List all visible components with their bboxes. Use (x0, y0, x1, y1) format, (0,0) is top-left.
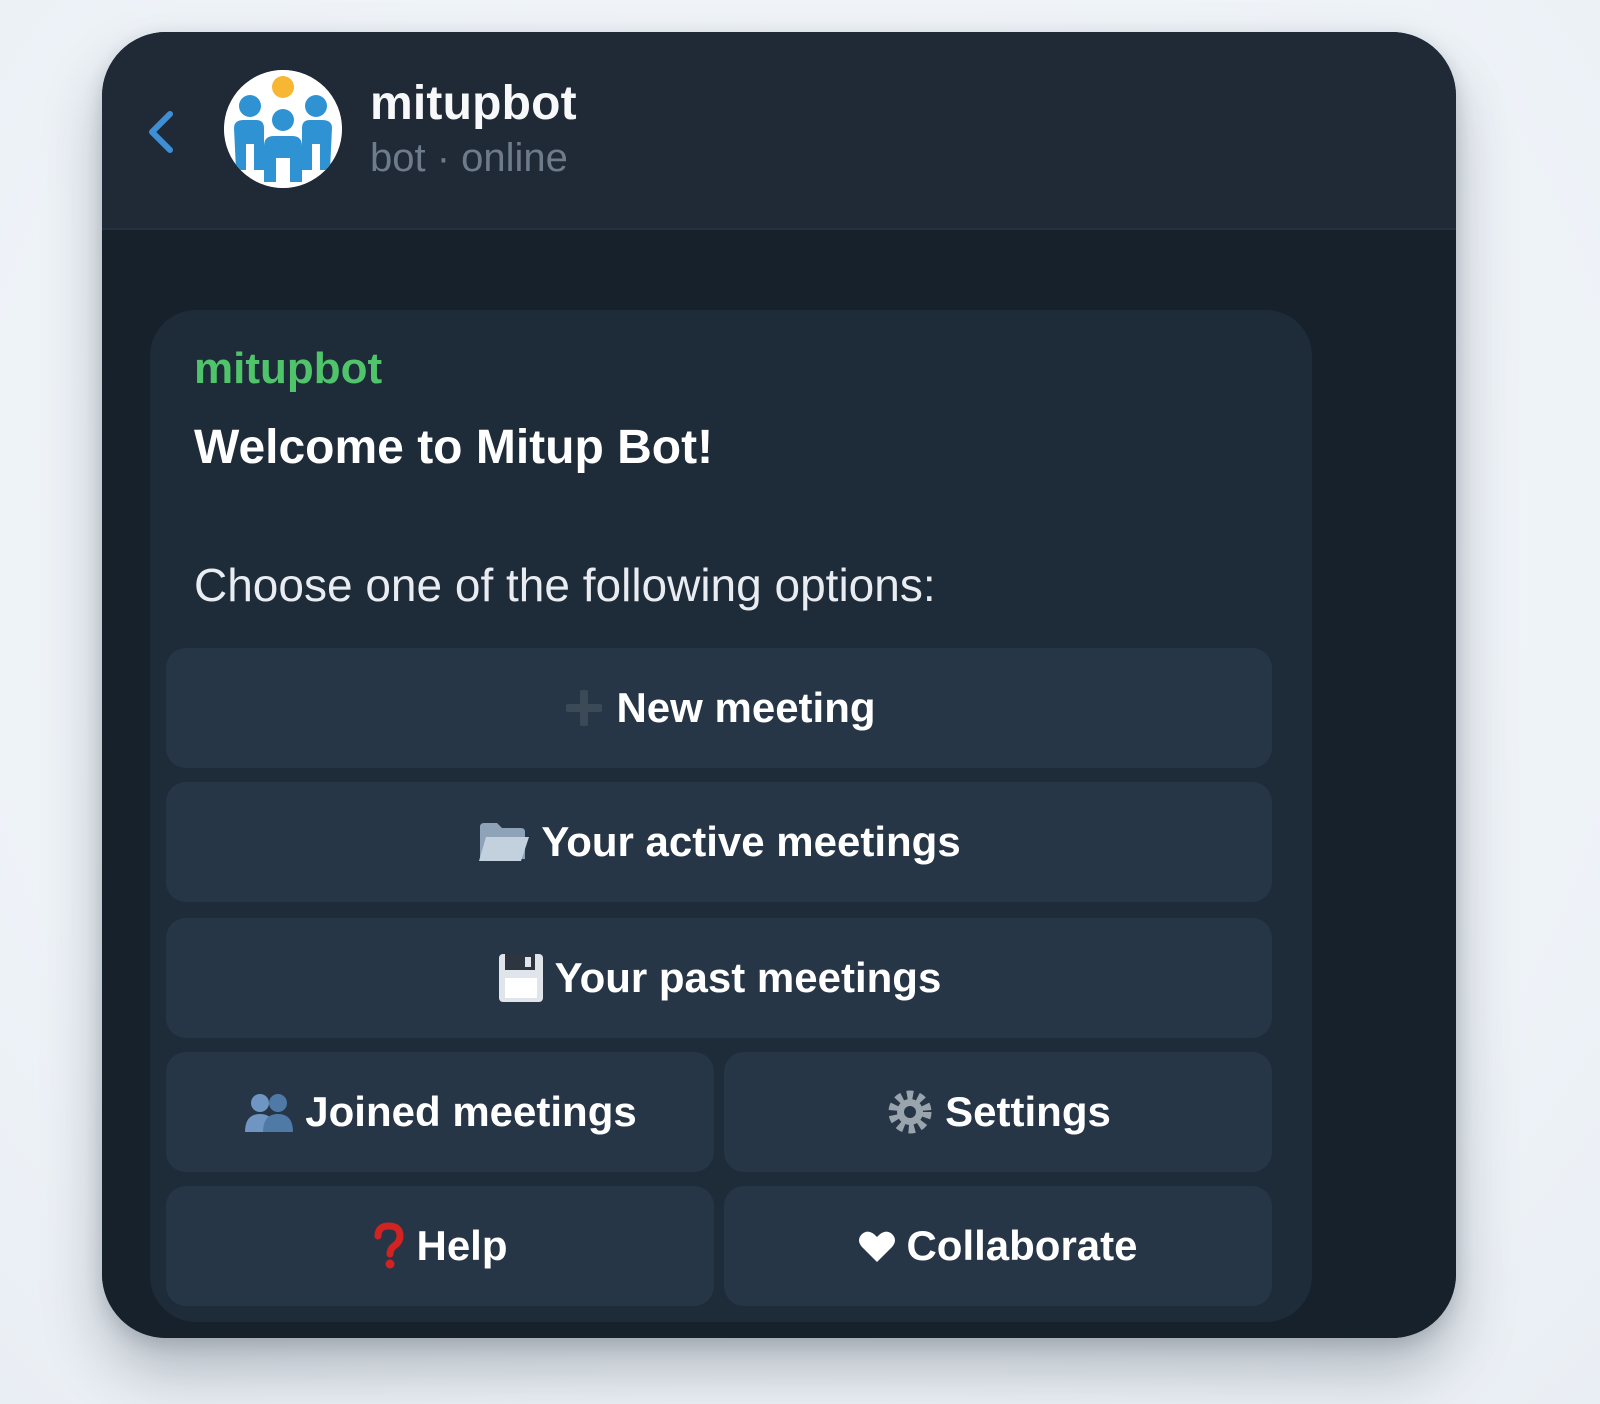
joined-meetings-label: Joined meetings (305, 1088, 637, 1135)
chat-window: mitupbot bot · online mitupbot Welcome t… (102, 32, 1456, 1338)
question-mark-icon (372, 1222, 406, 1270)
collaborate-label: Collaborate (906, 1222, 1138, 1269)
people-icon (243, 1090, 295, 1134)
bot-name: mitupbot (370, 77, 577, 130)
collaborate-button[interactable]: Collaborate (724, 1186, 1272, 1306)
active-meetings-label: Your active meetings (541, 818, 961, 865)
chevron-left-icon[interactable] (140, 102, 184, 162)
message-bubble: mitupbot Welcome to Mitup Bot! Choose on… (150, 310, 1312, 1322)
welcome-text: Welcome to Mitup Bot! (194, 421, 714, 474)
past-meetings-label: Your past meetings (554, 954, 942, 1001)
active-meetings-button[interactable]: Your active meetings (166, 782, 1272, 902)
help-label: Help (416, 1222, 508, 1269)
people-logo-icon (224, 70, 342, 188)
chat-area: mitupbot Welcome to Mitup Bot! Choose on… (102, 230, 1456, 1338)
past-meetings-button[interactable]: Your past meetings (166, 918, 1272, 1038)
chat-header: mitupbot bot · online (102, 32, 1456, 230)
new-meeting-button[interactable]: New meeting (166, 648, 1272, 768)
floppy-disk-icon (497, 952, 545, 1004)
bot-status: bot · online (370, 136, 568, 180)
plus-icon (562, 686, 606, 730)
new-meeting-label: New meeting (616, 684, 876, 731)
joined-meetings-button[interactable]: Joined meetings (166, 1052, 714, 1172)
page-background: mitupbot bot · online mitupbot Welcome t… (0, 0, 1600, 1404)
gear-icon (885, 1087, 935, 1137)
heart-icon (858, 1228, 896, 1264)
settings-button[interactable]: Settings (724, 1052, 1272, 1172)
settings-label: Settings (945, 1088, 1111, 1135)
help-button[interactable]: Help (166, 1186, 714, 1306)
avatar[interactable] (224, 70, 342, 188)
prompt-text: Choose one of the following options: (194, 559, 936, 611)
message-sender: mitupbot (194, 344, 383, 393)
open-folder-icon (477, 819, 531, 865)
